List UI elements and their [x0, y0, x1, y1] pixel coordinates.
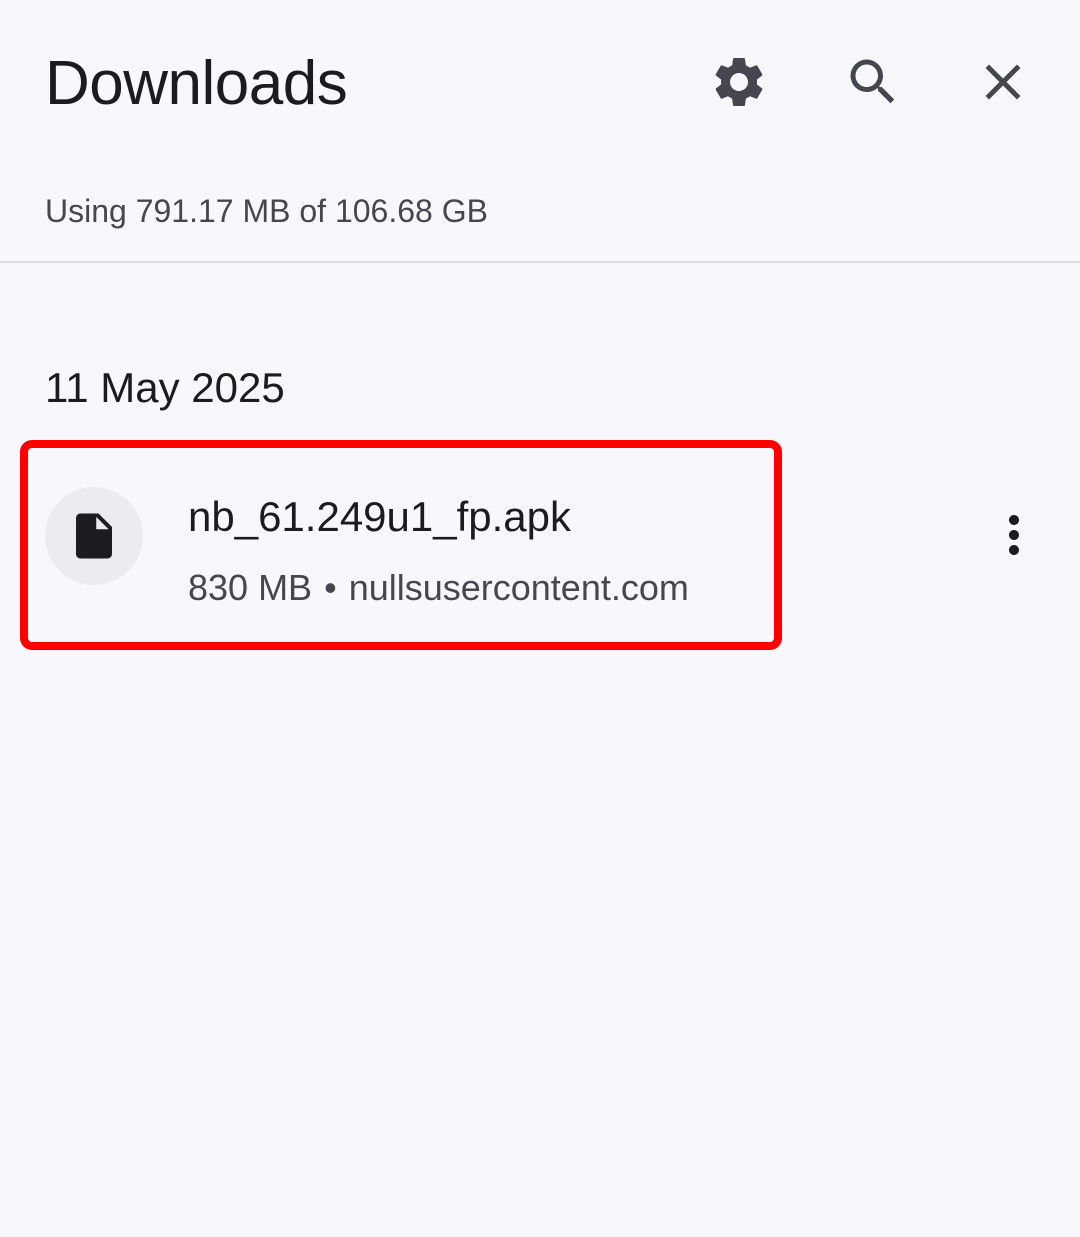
more-vert-icon — [1009, 515, 1019, 555]
gear-icon — [715, 57, 763, 106]
file-details: 830 MB • nullsusercontent.com — [188, 566, 689, 610]
top-app-bar: Downloads — [0, 0, 1080, 160]
divider — [0, 261, 1080, 263]
settings-button[interactable] — [699, 42, 779, 122]
file-source: nullsusercontent.com — [348, 567, 689, 608]
file-name: nb_61.249u1_fp.apk — [188, 493, 572, 540]
meta-separator: • — [324, 567, 337, 608]
page-title: Downloads — [45, 49, 348, 118]
close-icon — [985, 64, 1021, 100]
storage-summary: Using 791.17 MB of 106.68 GB — [45, 193, 488, 229]
file-size: 830 MB — [188, 567, 313, 608]
close-button[interactable] — [963, 42, 1043, 122]
download-item[interactable]: nb_61.249u1_fp.apk 830 MB • nullsuserconte… — [0, 440, 1080, 650]
search-icon — [850, 59, 895, 104]
date-group-header: 11 May 2025 — [45, 364, 285, 411]
search-button[interactable] — [833, 42, 913, 122]
more-options-button[interactable] — [974, 495, 1054, 575]
file-thumbnail — [45, 487, 143, 585]
file-icon — [76, 513, 112, 559]
downloads-screen: Downloads Using 791.17 MB of 106.68 GB 1… — [0, 0, 1080, 1237]
